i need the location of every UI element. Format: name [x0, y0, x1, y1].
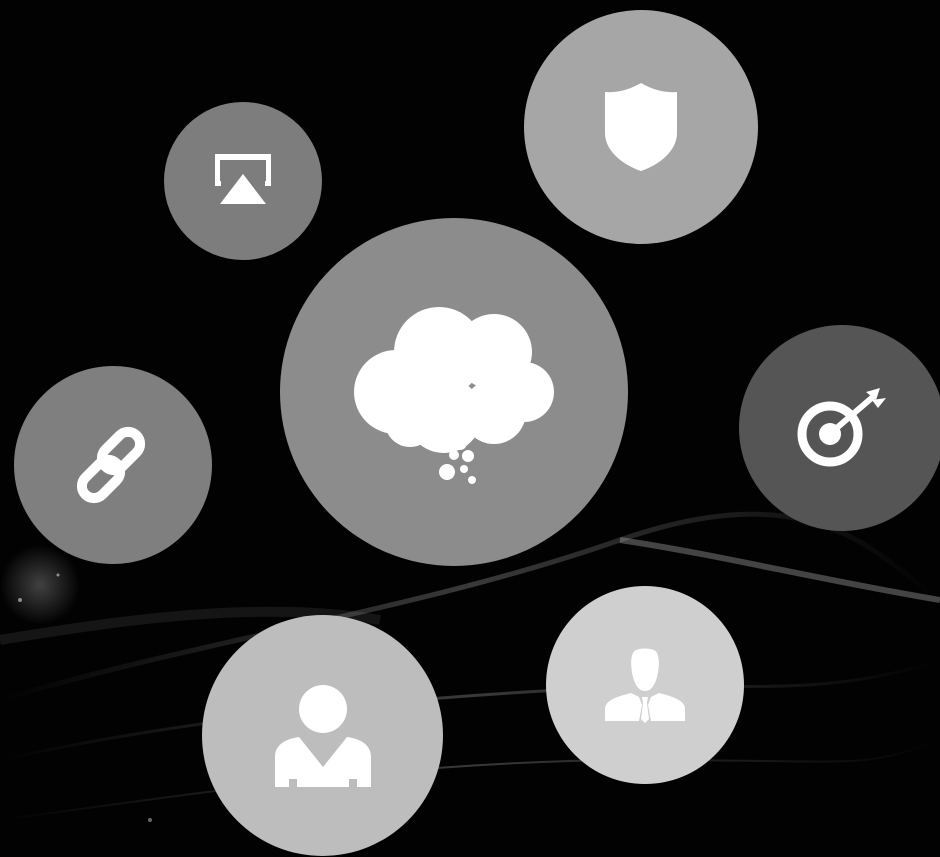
thought-cloud-bubble[interactable] — [280, 218, 628, 566]
user-icon — [273, 683, 373, 789]
link-bubble[interactable] — [14, 366, 212, 564]
businessman-bubble[interactable] — [546, 586, 744, 784]
user-bubble[interactable] — [202, 615, 443, 856]
shield-bubble[interactable] — [524, 10, 758, 244]
chain-link-icon — [71, 423, 155, 507]
thought-cloud-icon — [344, 297, 564, 487]
hero-canvas — [0, 0, 940, 857]
target-bubble[interactable] — [739, 325, 940, 531]
target-arrow-icon — [796, 388, 888, 468]
airplay-bubble[interactable] — [164, 102, 322, 260]
airplay-icon — [212, 152, 274, 210]
businessman-icon — [603, 647, 687, 723]
shield-icon — [603, 81, 679, 173]
